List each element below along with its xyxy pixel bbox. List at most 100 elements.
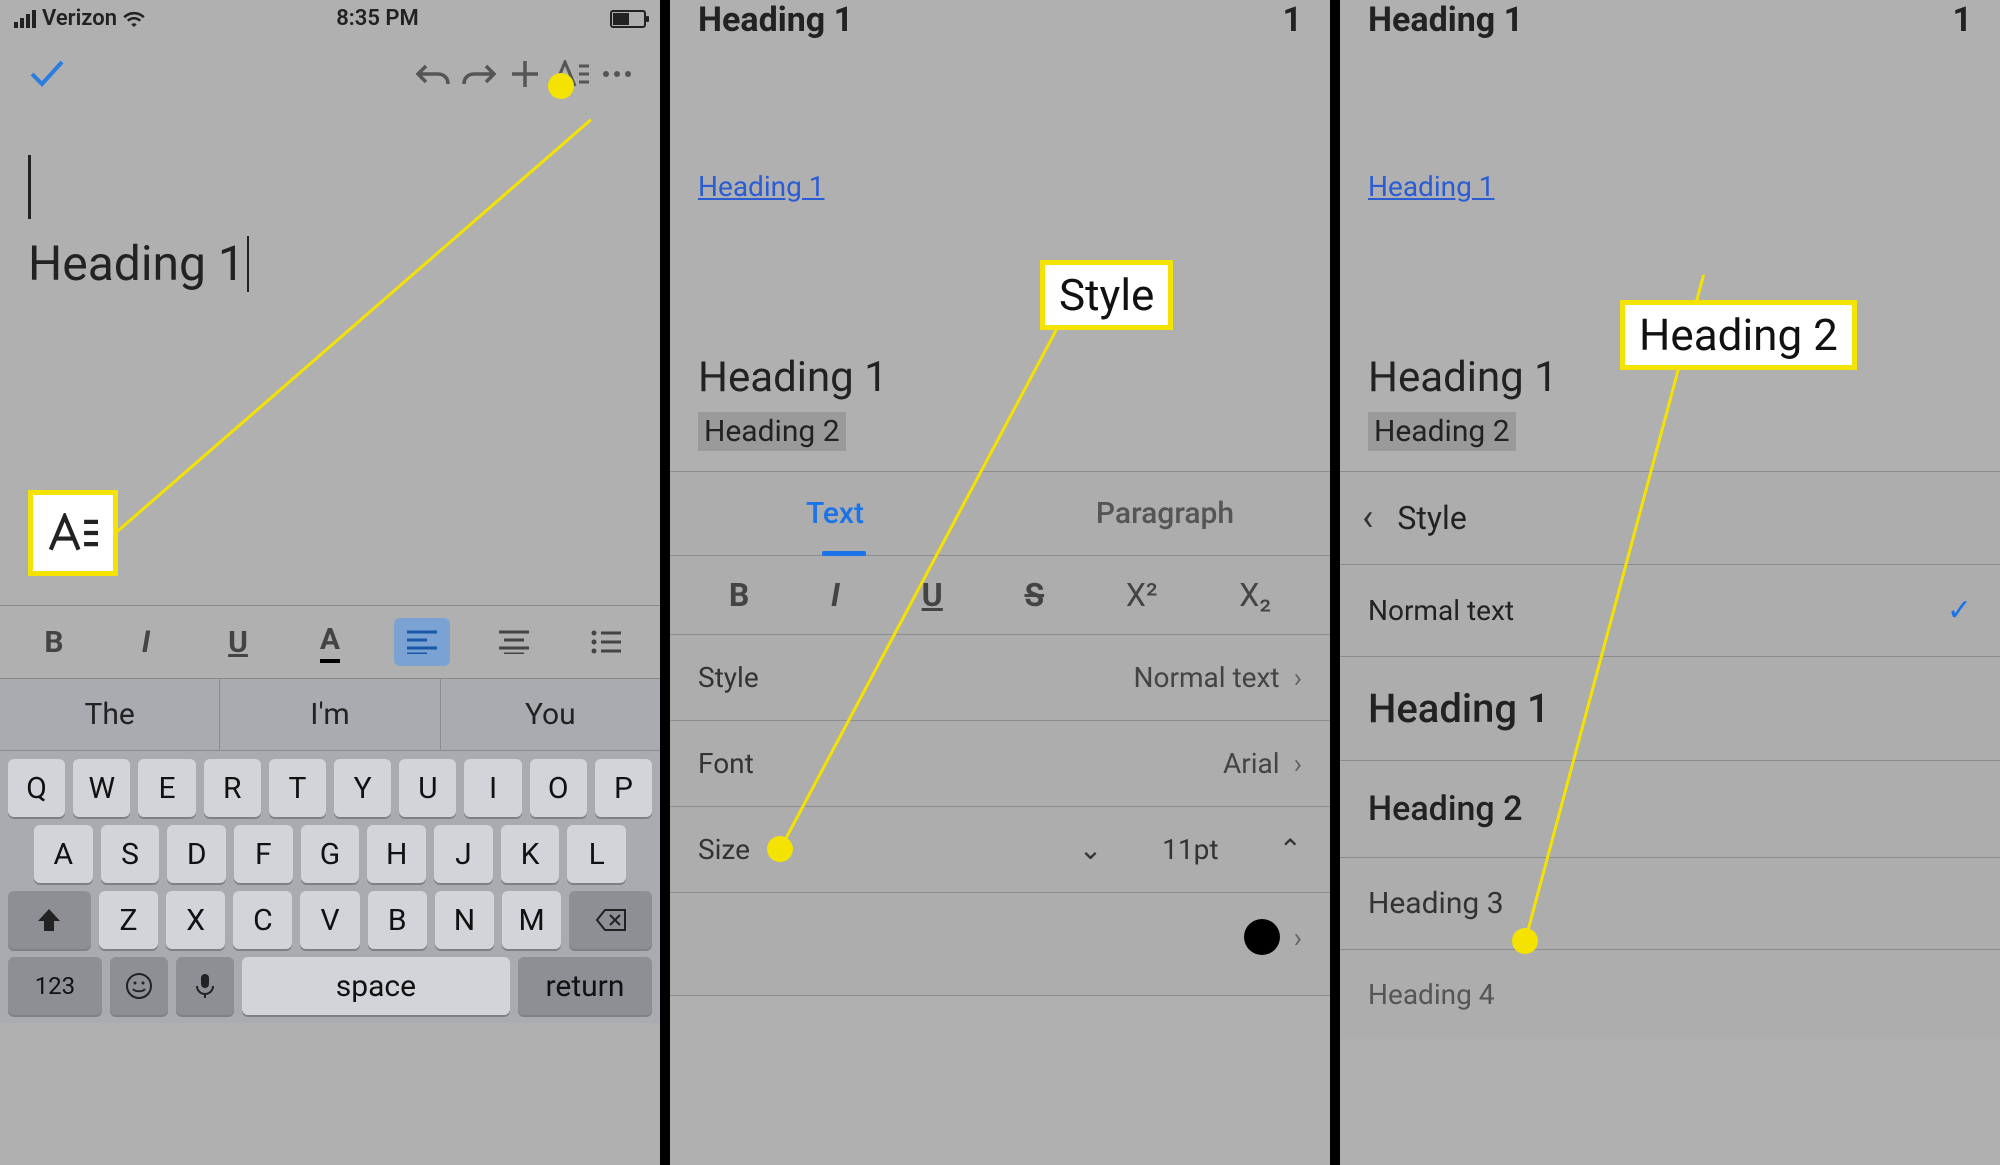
key-h[interactable]: H <box>367 825 426 883</box>
key-j[interactable]: J <box>434 825 493 883</box>
font-value: Arial <box>1223 747 1280 780</box>
style-option-normal[interactable]: Normal text ✓ <box>1340 565 2000 657</box>
strike-button[interactable]: S <box>1024 576 1044 614</box>
key-d[interactable]: D <box>167 825 226 883</box>
callout-dot <box>548 73 574 99</box>
chevron-right-icon: › <box>1294 661 1302 694</box>
predict-2[interactable]: I'm <box>220 679 440 750</box>
key-r[interactable]: R <box>204 759 261 817</box>
key-return[interactable]: return <box>518 957 652 1015</box>
key-y[interactable]: Y <box>334 759 391 817</box>
style-option-h3[interactable]: Heading 3 <box>1340 858 2000 950</box>
more-button[interactable] <box>594 51 640 97</box>
key-numbers[interactable]: 123 <box>8 957 102 1015</box>
key-e[interactable]: E <box>138 759 195 817</box>
chevron-right-icon: › <box>1294 747 1302 780</box>
underline-button[interactable]: U <box>922 576 943 614</box>
text-color-row[interactable]: › <box>670 893 1330 996</box>
toc-link[interactable]: Heading 1 <box>670 50 1330 203</box>
key-x[interactable]: X <box>166 891 225 949</box>
style-header-label: Style <box>1397 499 1466 537</box>
font-row[interactable]: Font Arial› <box>670 721 1330 807</box>
doc-heading1: Heading 1 <box>28 235 245 292</box>
panel-text-format: Heading 1 1 Heading 1 Heading 1 Heading … <box>670 0 1330 1165</box>
callout-dot <box>1512 928 1538 954</box>
key-i[interactable]: I <box>464 759 521 817</box>
key-a[interactable]: A <box>34 825 93 883</box>
text-color-button[interactable]: A <box>302 618 358 666</box>
doc-header: Heading 1 1 <box>670 0 1330 50</box>
doc-header-count: 1 <box>1952 0 1972 40</box>
align-left-button[interactable] <box>394 618 450 666</box>
key-shift[interactable] <box>8 891 91 949</box>
style-option-h1[interactable]: Heading 1 <box>1340 657 2000 761</box>
key-s[interactable]: S <box>101 825 160 883</box>
toc-link[interactable]: Heading 1 <box>1340 50 2000 203</box>
key-emoji[interactable] <box>110 957 168 1015</box>
chevron-right-icon: › <box>1294 921 1302 954</box>
battery-icon <box>610 10 646 28</box>
key-o[interactable]: O <box>530 759 587 817</box>
doc-header: Heading 1 1 <box>1340 0 2000 50</box>
preview-heading1: Heading 1 <box>698 353 1302 402</box>
key-l[interactable]: L <box>567 825 626 883</box>
keyboard: The I'm You Q W E R T Y U I O P A S D F … <box>0 679 660 1023</box>
predict-1[interactable]: The <box>0 679 220 750</box>
redo-button[interactable] <box>456 51 502 97</box>
key-backspace[interactable] <box>569 891 652 949</box>
style-option-h4[interactable]: Heading 4 <box>1340 950 2000 1039</box>
key-v[interactable]: V <box>300 891 359 949</box>
bold-button[interactable]: B <box>26 618 82 666</box>
text-cursor <box>28 155 31 219</box>
key-c[interactable]: C <box>233 891 292 949</box>
doc-header-title: Heading 1 <box>698 0 853 40</box>
style-value: Normal text <box>1134 661 1280 694</box>
key-m[interactable]: M <box>502 891 561 949</box>
key-u[interactable]: U <box>399 759 456 817</box>
callout-heading2: Heading 2 <box>1620 300 1857 370</box>
insert-button[interactable] <box>502 51 548 97</box>
key-z[interactable]: Z <box>99 891 158 949</box>
key-p[interactable]: P <box>595 759 652 817</box>
format-tabs: Text Paragraph <box>670 471 1330 556</box>
key-mic[interactable] <box>176 957 234 1015</box>
superscript-button[interactable]: X² <box>1126 576 1158 614</box>
key-w[interactable]: W <box>73 759 130 817</box>
key-k[interactable]: K <box>501 825 560 883</box>
tab-paragraph[interactable]: Paragraph <box>1000 472 1330 555</box>
key-b[interactable]: B <box>368 891 427 949</box>
key-space[interactable]: space <box>242 957 510 1015</box>
key-f[interactable]: F <box>234 825 293 883</box>
tab-text[interactable]: Text <box>670 472 1000 555</box>
back-button[interactable]: ‹ <box>1362 496 1373 540</box>
signal-bars-icon <box>14 10 36 28</box>
carrier-label: Verizon <box>42 6 117 31</box>
callout-dot <box>767 836 793 862</box>
subscript-button[interactable]: X₂ <box>1239 576 1271 614</box>
undo-button[interactable] <box>410 51 456 97</box>
panel-editor: Verizon 8:35 PM Heading 1 B I <box>0 0 660 1165</box>
style-label: Style <box>698 661 759 694</box>
key-q[interactable]: Q <box>8 759 65 817</box>
style-option-h2[interactable]: Heading 2 <box>1340 761 2000 858</box>
predictive-bar: The I'm You <box>0 679 660 751</box>
bullet-list-button[interactable] <box>578 618 634 666</box>
size-decrease[interactable]: ⌄ <box>1079 833 1102 866</box>
clock-label: 8:35 PM <box>336 6 419 31</box>
size-increase[interactable]: ⌃ <box>1279 833 1302 866</box>
underline-button[interactable]: U <box>210 618 266 666</box>
key-g[interactable]: G <box>301 825 360 883</box>
done-button[interactable] <box>24 51 70 97</box>
align-center-button[interactable] <box>486 618 542 666</box>
color-swatch-icon <box>1244 919 1280 955</box>
doc-header-title: Heading 1 <box>1368 0 1523 40</box>
predict-3[interactable]: You <box>441 679 660 750</box>
italic-button[interactable]: I <box>118 618 174 666</box>
key-n[interactable]: N <box>435 891 494 949</box>
style-row[interactable]: Style Normal text › <box>670 635 1330 721</box>
bold-button[interactable]: B <box>729 576 749 614</box>
key-t[interactable]: T <box>269 759 326 817</box>
doc-header-count: 1 <box>1282 0 1302 40</box>
italic-button[interactable]: I <box>831 576 840 614</box>
size-label: Size <box>698 833 750 866</box>
